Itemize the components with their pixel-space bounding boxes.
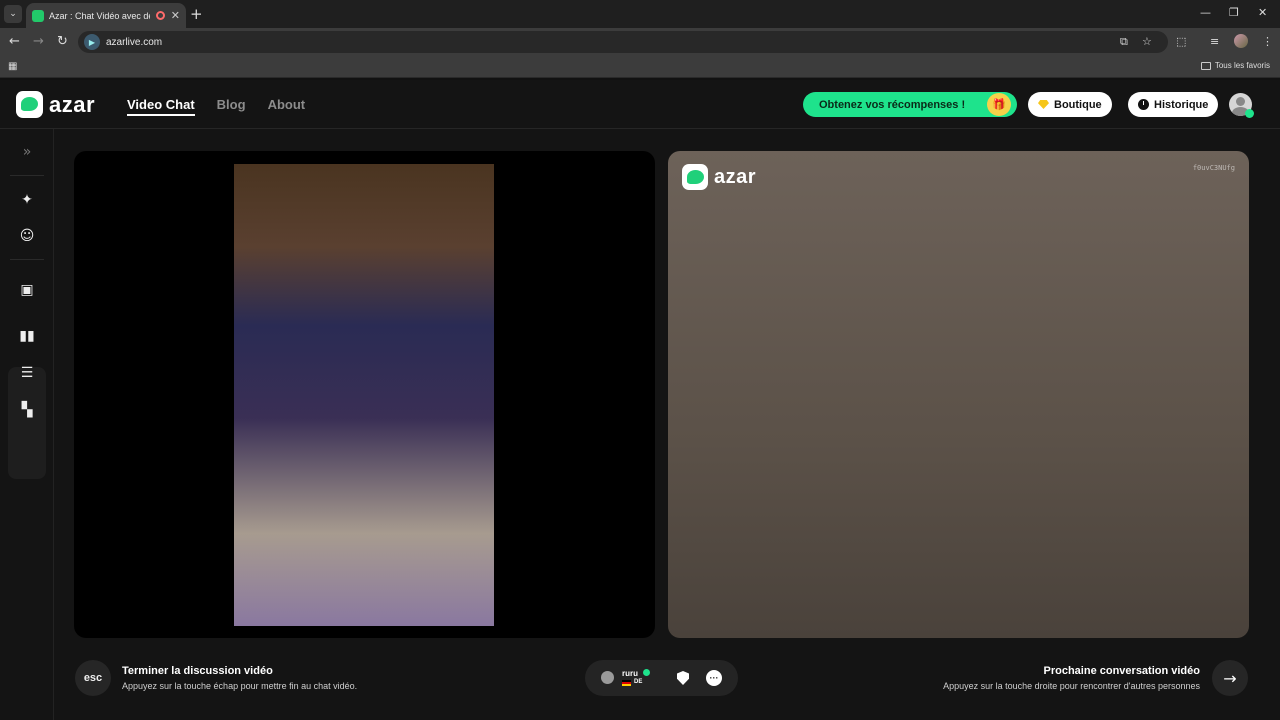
end-chat-title: Terminer la discussion vidéo bbox=[122, 665, 273, 677]
new-tab-icon[interactable]: + bbox=[190, 5, 203, 23]
all-bookmarks[interactable]: Tous les favoris bbox=[1200, 61, 1270, 70]
next-chat-title: Prochaine conversation vidéo bbox=[1043, 665, 1201, 677]
germany-flag-icon bbox=[622, 680, 631, 686]
end-chat-hint: Appuyez sur la touche échap pour mettre … bbox=[122, 681, 358, 691]
recording-icon bbox=[155, 11, 165, 20]
browser-tab[interactable]: Azar : Chat Vidéo avec de n ✕ bbox=[26, 3, 186, 28]
diamond-icon bbox=[1038, 100, 1049, 109]
user-status-badge bbox=[1245, 109, 1254, 118]
layout-stacked-icon[interactable]: ☰ bbox=[13, 359, 41, 387]
tab-favicon-icon bbox=[32, 9, 44, 22]
site-info-icon[interactable]: ▶ bbox=[84, 34, 100, 50]
peer-name: ruru bbox=[622, 669, 638, 678]
sidebar-divider bbox=[10, 175, 44, 176]
reload-icon[interactable]: ↻ bbox=[57, 34, 68, 49]
address-bar[interactable]: ▶ azarlive.com bbox=[78, 31, 1168, 53]
local-camera-feed bbox=[234, 164, 494, 626]
shop-label: Boutique bbox=[1054, 98, 1102, 111]
media-icon[interactable]: ≡ bbox=[1210, 35, 1219, 48]
minimize-icon[interactable]: — bbox=[1200, 6, 1211, 19]
window-close-icon[interactable]: ✕ bbox=[1258, 6, 1267, 19]
layout-grid-icon[interactable]: ▚ bbox=[13, 396, 41, 424]
gift-icon: 🎁 bbox=[987, 93, 1011, 116]
watermark-logo-text: azar bbox=[714, 165, 757, 188]
extensions-icon[interactable]: ⬚ bbox=[1176, 35, 1186, 48]
logo-text: azar bbox=[49, 91, 96, 117]
tab-search-icon[interactable]: ⌄ bbox=[4, 5, 22, 23]
forward-icon[interactable]: → bbox=[33, 34, 44, 49]
app-header: azar Video Chat Blog About Obtenez vos r… bbox=[0, 80, 1280, 129]
session-code: f0uvC3NUfg bbox=[1192, 164, 1235, 172]
effects-wand-icon[interactable]: ✦ bbox=[13, 186, 41, 214]
bookmark-star-icon[interactable]: ☆ bbox=[1142, 35, 1152, 48]
verified-icon bbox=[643, 669, 650, 676]
peer-avatar[interactable] bbox=[601, 671, 614, 684]
sidebar-divider bbox=[10, 259, 44, 260]
history-button[interactable]: Historique bbox=[1128, 92, 1219, 117]
all-bookmarks-label: Tous les favoris bbox=[1214, 61, 1270, 70]
layout-side-by-side-icon[interactable]: ▮▮ bbox=[13, 322, 41, 350]
history-label: Historique bbox=[1154, 98, 1209, 111]
tab-title: Azar : Chat Vidéo avec de n bbox=[49, 10, 150, 21]
shop-button[interactable]: Boutique bbox=[1028, 92, 1112, 117]
peer-country: DE bbox=[634, 679, 643, 685]
report-shield-icon[interactable] bbox=[677, 671, 689, 685]
bookmarks-bar: ▦ Tous les favoris bbox=[0, 56, 1280, 78]
restore-icon[interactable]: ❐ bbox=[1229, 6, 1239, 19]
face-filter-icon[interactable]: ☺ bbox=[13, 222, 41, 250]
call-controls: esc Terminer la discussion vidéo Appuyez… bbox=[0, 652, 1280, 720]
azar-app: azar Video Chat Blog About Obtenez vos r… bbox=[0, 80, 1280, 720]
rewards-button[interactable]: Obtenez vos récompenses ! 🎁 bbox=[803, 92, 1017, 117]
next-chat-button[interactable]: → bbox=[1212, 660, 1248, 696]
next-chat-hint: Appuyez sur la touche droite pour rencon… bbox=[943, 681, 1200, 691]
clock-icon bbox=[1138, 99, 1149, 110]
remote-video-pane: azar f0uvC3NUfg bbox=[668, 151, 1249, 638]
browser-menu-icon[interactable]: ⋮ bbox=[1262, 35, 1273, 48]
nav-about[interactable]: About bbox=[268, 97, 306, 116]
watermark-logo: azar bbox=[682, 164, 756, 190]
url-text: azarlive.com bbox=[106, 36, 163, 48]
expand-sidebar-icon[interactable]: » bbox=[13, 138, 41, 166]
main-nav: Video Chat Blog About bbox=[127, 97, 305, 116]
nav-blog[interactable]: Blog bbox=[217, 97, 246, 116]
nav-video-chat[interactable]: Video Chat bbox=[127, 97, 195, 116]
apps-grid-icon[interactable]: ▦ bbox=[8, 61, 17, 72]
rewards-label: Obtenez vos récompenses ! bbox=[819, 98, 966, 111]
end-chat-button[interactable]: esc bbox=[75, 660, 111, 696]
browser-profile-avatar[interactable] bbox=[1234, 34, 1248, 48]
peer-info-bar: ruru DE ··· bbox=[585, 660, 738, 696]
browser-tabbar: ⌄ Azar : Chat Vidéo avec de n ✕ + — ❐ ✕ bbox=[0, 0, 1280, 28]
cast-icon[interactable]: ⧉ bbox=[1120, 35, 1128, 49]
blur-toggle-icon[interactable]: ▣ bbox=[13, 276, 41, 304]
chat-bubble-icon[interactable]: ··· bbox=[706, 670, 722, 686]
back-icon[interactable]: ← bbox=[9, 34, 20, 49]
tab-close-icon[interactable]: ✕ bbox=[171, 9, 180, 22]
local-video-pane bbox=[74, 151, 655, 638]
browser-toolbar: ← → ↻ ▶ azarlive.com ⧉ ☆ ⬚ ≡ ⋮ bbox=[0, 28, 1280, 56]
azar-logo-icon bbox=[682, 164, 708, 190]
folder-icon bbox=[1200, 61, 1211, 70]
azar-logo-icon bbox=[16, 91, 43, 118]
sidebar: » ✦ ☺ ▣ ▮▮ ☰ ▚ bbox=[0, 129, 54, 720]
azar-logo[interactable]: azar bbox=[16, 91, 95, 118]
